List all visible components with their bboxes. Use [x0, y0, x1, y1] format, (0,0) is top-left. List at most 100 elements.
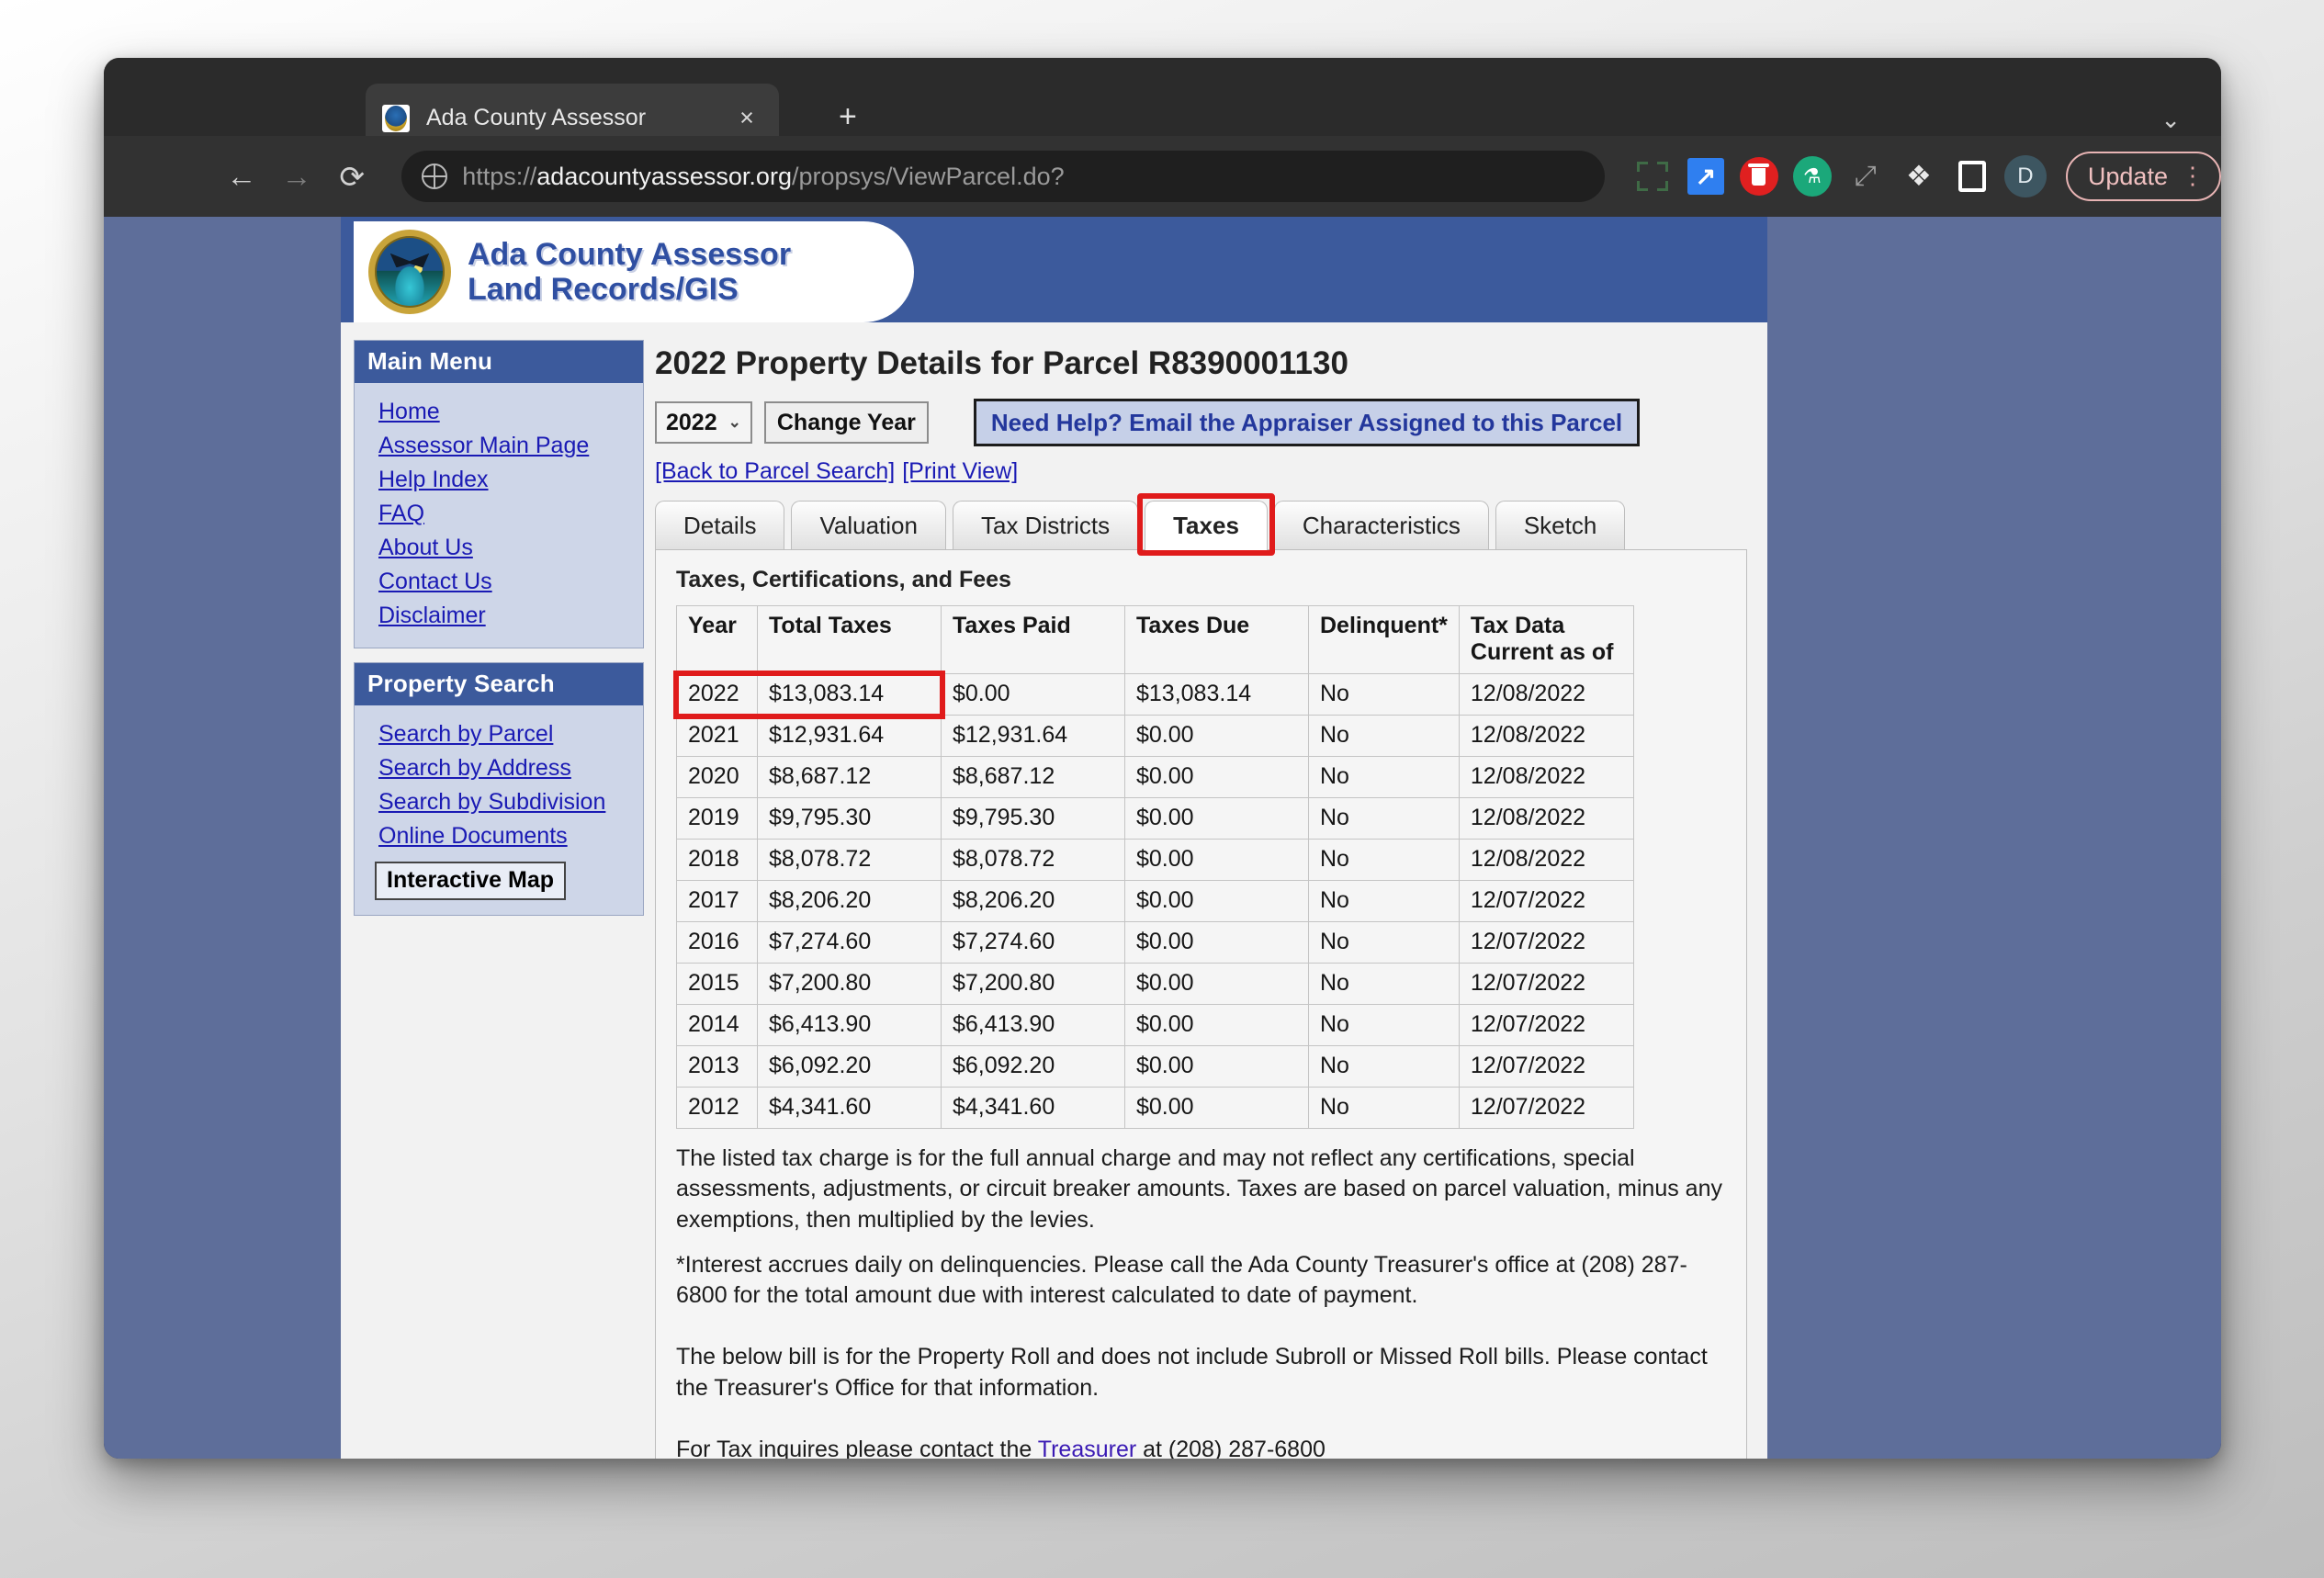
tab-valuation[interactable]: Valuation: [791, 501, 946, 550]
cell-year: 2022: [673, 671, 945, 719]
cell-as-of: 12/07/2022: [1458, 1004, 1634, 1046]
tab-characteristics[interactable]: Characteristics: [1273, 501, 1489, 550]
cell-as-of: 12/07/2022: [1458, 921, 1634, 964]
cell-taxes-due: $13,083.14: [1124, 673, 1309, 716]
cell-taxes-due: $0.00: [1124, 839, 1309, 881]
sidebar-item-search-by-subdivision[interactable]: Search by Subdivision: [355, 785, 643, 819]
cell-as-of: 12/07/2022: [1458, 1087, 1634, 1129]
table-row: 2016 $7,274.60 $7,274.60 $0.00 No 12/07/2022: [676, 921, 1634, 964]
grapes-extension-icon[interactable]: ⚗: [1790, 154, 1834, 198]
main-content: 2022 Property Details for Parcel R839000…: [644, 340, 1767, 1459]
sidebar-item-help-index[interactable]: Help Index: [355, 463, 643, 497]
sidebar-item-contact-us[interactable]: Contact Us: [355, 565, 643, 599]
sidebar-item-disclaimer[interactable]: Disclaimer: [355, 599, 643, 633]
sidebar-item-faq[interactable]: FAQ: [355, 497, 643, 531]
column-header-year: Year: [676, 605, 758, 674]
cell-total-taxes: $8,078.72: [757, 839, 942, 881]
site-header: Ada County Assessor Land Records/GIS: [341, 217, 1767, 327]
update-button[interactable]: Update ⋮: [2065, 152, 2221, 201]
resize-arrow-icon[interactable]: ↗: [1684, 154, 1728, 198]
county-seal-icon: [368, 230, 451, 314]
cell-taxes-due: $0.00: [1124, 797, 1309, 840]
cell-taxes-due: $0.00: [1124, 1004, 1309, 1046]
sidebar-item-about-us[interactable]: About Us: [355, 531, 643, 565]
back-button[interactable]: ←: [214, 159, 269, 194]
sidebar-item-assessor-main-page[interactable]: Assessor Main Page: [355, 429, 643, 463]
cell-total-taxes: $12,931.64: [757, 715, 942, 757]
taxes-table: Year Total Taxes Taxes Paid Taxes Due De…: [673, 605, 1634, 1129]
cell-as-of: 12/07/2022: [1458, 963, 1634, 1005]
cell-year: 2017: [676, 880, 758, 922]
main-menu-list: Home Assessor Main Page Help Index FAQ A…: [355, 383, 643, 648]
cell-year: 2012: [676, 1087, 758, 1129]
print-view-link[interactable]: [Print View]: [902, 458, 1018, 484]
browser-window: Ada County Assessor × + ⌄ ← → ⟳ https://…: [104, 58, 2221, 1459]
url-path: /propsys/ViewParcel.do?: [791, 162, 1065, 190]
url-scheme: https://: [462, 162, 537, 190]
forward-button[interactable]: →: [269, 159, 324, 194]
cell-taxes-due: $0.00: [1124, 921, 1309, 964]
side-panel-icon[interactable]: [1950, 154, 1994, 198]
year-select[interactable]: 2022 ⌄: [655, 401, 752, 444]
cell-delinquent: No: [1308, 839, 1460, 881]
new-tab-icon[interactable]: +: [839, 101, 857, 132]
chevron-down-icon[interactable]: ⌄: [2160, 106, 2181, 134]
table-row: 2020 $8,687.12 $8,687.12 $0.00 No 12/08/2022: [676, 756, 1634, 798]
cell-as-of: 12/08/2022: [1458, 673, 1634, 716]
profile-avatar-icon[interactable]: D: [2003, 154, 2048, 198]
close-icon[interactable]: ×: [731, 106, 762, 130]
cell-as-of: 12/08/2022: [1458, 839, 1634, 881]
table-row: 2014 $6,413.90 $6,413.90 $0.00 No 12/07/2022: [676, 1004, 1634, 1046]
site-logo-text: Ada County Assessor Land Records/GIS: [468, 237, 791, 307]
cell-taxes-paid: $8,206.20: [941, 880, 1125, 922]
tab-details[interactable]: Details: [655, 501, 785, 550]
delete-trash-icon[interactable]: [1737, 154, 1781, 198]
treasurer-link[interactable]: Treasurer: [1038, 1437, 1136, 1459]
fullscreen-expand-icon[interactable]: ⤢: [1844, 154, 1888, 198]
reload-button[interactable]: ⟳: [324, 159, 379, 195]
cell-delinquent: No: [1308, 756, 1460, 798]
cell-total-taxes: $13,083.14: [757, 673, 942, 716]
column-header-delinquent: Delinquent*: [1308, 605, 1460, 674]
sidebar-item-search-by-parcel[interactable]: Search by Parcel: [355, 717, 643, 751]
cell-taxes-paid: $12,931.64: [941, 715, 1125, 757]
detail-tab-bar: Details Valuation Tax Districts Taxes Ch…: [655, 493, 1747, 556]
property-search-panel: Property Search Search by Parcel Search …: [354, 662, 644, 916]
extensions-puzzle-icon[interactable]: ❖: [1897, 154, 1941, 198]
sidebar-item-home[interactable]: Home: [355, 395, 643, 429]
main-menu-panel: Main Menu Home Assessor Main Page Help I…: [354, 340, 644, 648]
cell-year: 2013: [676, 1045, 758, 1088]
sidebar: Main Menu Home Assessor Main Page Help I…: [341, 340, 644, 1459]
column-header-taxes-paid: Taxes Paid: [941, 605, 1125, 674]
screenshot-crop-icon[interactable]: [1630, 154, 1675, 198]
address-bar[interactable]: https://adacountyassessor.org/propsys/Vi…: [401, 151, 1605, 202]
table-row: 2021 $12,931.64 $12,931.64 $0.00 No 12/08/202…: [676, 715, 1634, 757]
tab-tax-districts[interactable]: Tax Districts: [952, 501, 1139, 550]
change-year-button[interactable]: Change Year: [763, 401, 929, 444]
column-header-tax-data-current-as-of: Tax Data Current as of: [1458, 605, 1634, 674]
sidebar-item-online-documents[interactable]: Online Documents: [355, 819, 643, 853]
cell-total-taxes: $8,206.20: [757, 880, 942, 922]
cell-total-taxes: $7,274.60: [757, 921, 942, 964]
address-bar-url: https://adacountyassessor.org/propsys/Vi…: [462, 163, 1064, 191]
site-logo[interactable]: Ada County Assessor Land Records/GIS: [354, 221, 914, 322]
cell-delinquent: No: [1308, 1004, 1460, 1046]
back-to-parcel-search-link[interactable]: [Back to Parcel Search]: [655, 458, 895, 484]
main-menu-heading: Main Menu: [355, 341, 643, 383]
page-title: 2022 Property Details for Parcel R839000…: [655, 345, 1348, 381]
tab-taxes[interactable]: Taxes: [1145, 501, 1268, 550]
cell-taxes-paid: $8,687.12: [941, 756, 1125, 798]
taxes-panel-title: Taxes, Certifications, and Fees: [676, 567, 1011, 592]
sidebar-item-search-by-address[interactable]: Search by Address: [355, 751, 643, 785]
ada-county-seal-icon: [382, 104, 410, 132]
tab-sketch[interactable]: Sketch: [1495, 501, 1626, 550]
interactive-map-button[interactable]: Interactive Map: [375, 862, 567, 900]
update-button-label: Update: [2087, 162, 2168, 190]
cell-taxes-paid: $7,200.80: [941, 963, 1125, 1005]
property-search-heading: Property Search: [355, 663, 643, 705]
table-row: 2022 $13,083.14 $0.00 $13,083.14 No 12/08/202…: [673, 671, 1634, 719]
email-appraiser-banner[interactable]: Need Help? Email the Appraiser Assigned …: [973, 399, 1641, 446]
taxes-tab-panel: Taxes, Certifications, and Fees Year Tot…: [655, 549, 1747, 1459]
kebab-menu-icon[interactable]: ⋮: [2181, 164, 2205, 187]
cell-taxes-paid: $4,341.60: [941, 1087, 1125, 1129]
